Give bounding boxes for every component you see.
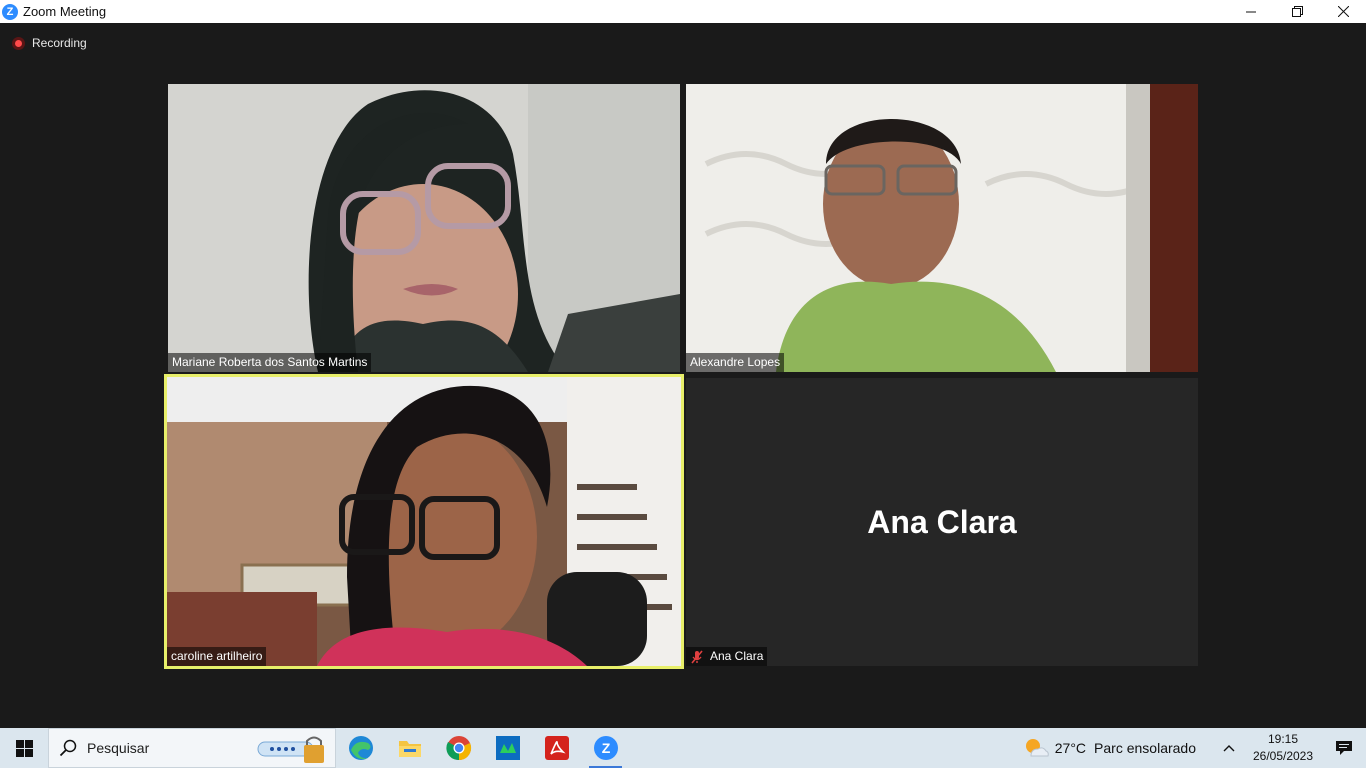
- participant-name-label: Alexandre Lopes: [686, 353, 785, 372]
- notification-icon: [1336, 741, 1352, 755]
- participant-name-label: caroline artilheiro: [167, 647, 267, 666]
- taskbar-chrome[interactable]: [434, 728, 483, 768]
- search-icon: [59, 739, 77, 757]
- participant-video: [168, 84, 680, 372]
- app-green-icon: [495, 736, 520, 760]
- participant-name: Ana Clara: [710, 649, 764, 663]
- muted-microphone-icon: [691, 649, 703, 664]
- taskbar-green-app[interactable]: [483, 728, 532, 768]
- search-placeholder: Pesquisar: [87, 740, 150, 756]
- file-explorer-icon: [398, 741, 421, 757]
- recording-label: Recording: [32, 36, 87, 50]
- taskbar-file-explorer[interactable]: [385, 728, 434, 768]
- chevron-up-icon: [1223, 745, 1235, 752]
- start-button[interactable]: [0, 728, 48, 768]
- window-controls: [1228, 0, 1366, 23]
- taskbar-edge[interactable]: [336, 728, 385, 768]
- windows-taskbar: Pesquisar Z 27°C Parc ensolarado 19:15 2…: [0, 728, 1366, 768]
- video-tile-caroline-active-speaker[interactable]: caroline artilheiro: [164, 374, 684, 669]
- minimize-icon: [1246, 11, 1256, 12]
- participant-display-name: Ana Clara: [867, 503, 1017, 540]
- participant-video: [686, 84, 1198, 372]
- zoom-icon: Z: [593, 736, 618, 760]
- windows-logo-icon: [15, 739, 33, 757]
- show-hidden-icons-button[interactable]: [1214, 728, 1244, 768]
- restore-button[interactable]: [1274, 0, 1320, 23]
- notifications-button[interactable]: [1322, 728, 1366, 768]
- zoom-app-icon: Z: [2, 3, 18, 20]
- weather-description: Parc ensolarado: [1094, 740, 1196, 756]
- window-titlebar: Z Zoom Meeting: [0, 0, 1366, 23]
- taskbar-clock[interactable]: 19:15 26/05/2023: [1244, 731, 1322, 765]
- chrome-icon: [445, 736, 471, 761]
- video-tile-ana-clara[interactable]: Ana Clara Ana Clara: [686, 378, 1198, 666]
- video-tile-mariane[interactable]: Mariane Roberta dos Santos Martins: [168, 84, 680, 372]
- close-button[interactable]: [1320, 0, 1366, 23]
- svg-text:Z: Z: [601, 740, 610, 756]
- edge-icon: [348, 736, 373, 760]
- minimize-button[interactable]: [1228, 0, 1274, 23]
- clock-date: 26/05/2023: [1252, 749, 1314, 763]
- participant-video: [167, 377, 681, 666]
- participant-name-label: Mariane Roberta dos Santos Martins: [168, 353, 372, 372]
- weather-widget[interactable]: 27°C Parc ensolarado: [1023, 728, 1196, 768]
- recording-indicator[interactable]: Recording: [12, 35, 87, 51]
- restore-icon: [1291, 6, 1303, 17]
- recording-dot-icon: [12, 36, 25, 50]
- partly-sunny-icon: [1025, 739, 1049, 757]
- taskbar-zoom[interactable]: Z: [581, 728, 630, 768]
- video-tile-alexandre[interactable]: Alexandre Lopes: [686, 84, 1198, 372]
- system-tray: 27°C Parc ensolarado 19:15 26/05/2023: [1023, 728, 1366, 768]
- close-icon: [1337, 6, 1349, 17]
- taskbar-search-box[interactable]: Pesquisar: [48, 728, 336, 768]
- participant-name-label-muted: Ana Clara: [686, 647, 768, 666]
- password-lock-icon: [257, 736, 324, 763]
- clock-time: 19:15: [1267, 732, 1299, 746]
- weather-temperature: 27°C: [1054, 740, 1087, 756]
- acrobat-icon: [544, 736, 569, 760]
- taskbar-acrobat[interactable]: [532, 728, 581, 768]
- window-title: Zoom Meeting: [23, 4, 107, 19]
